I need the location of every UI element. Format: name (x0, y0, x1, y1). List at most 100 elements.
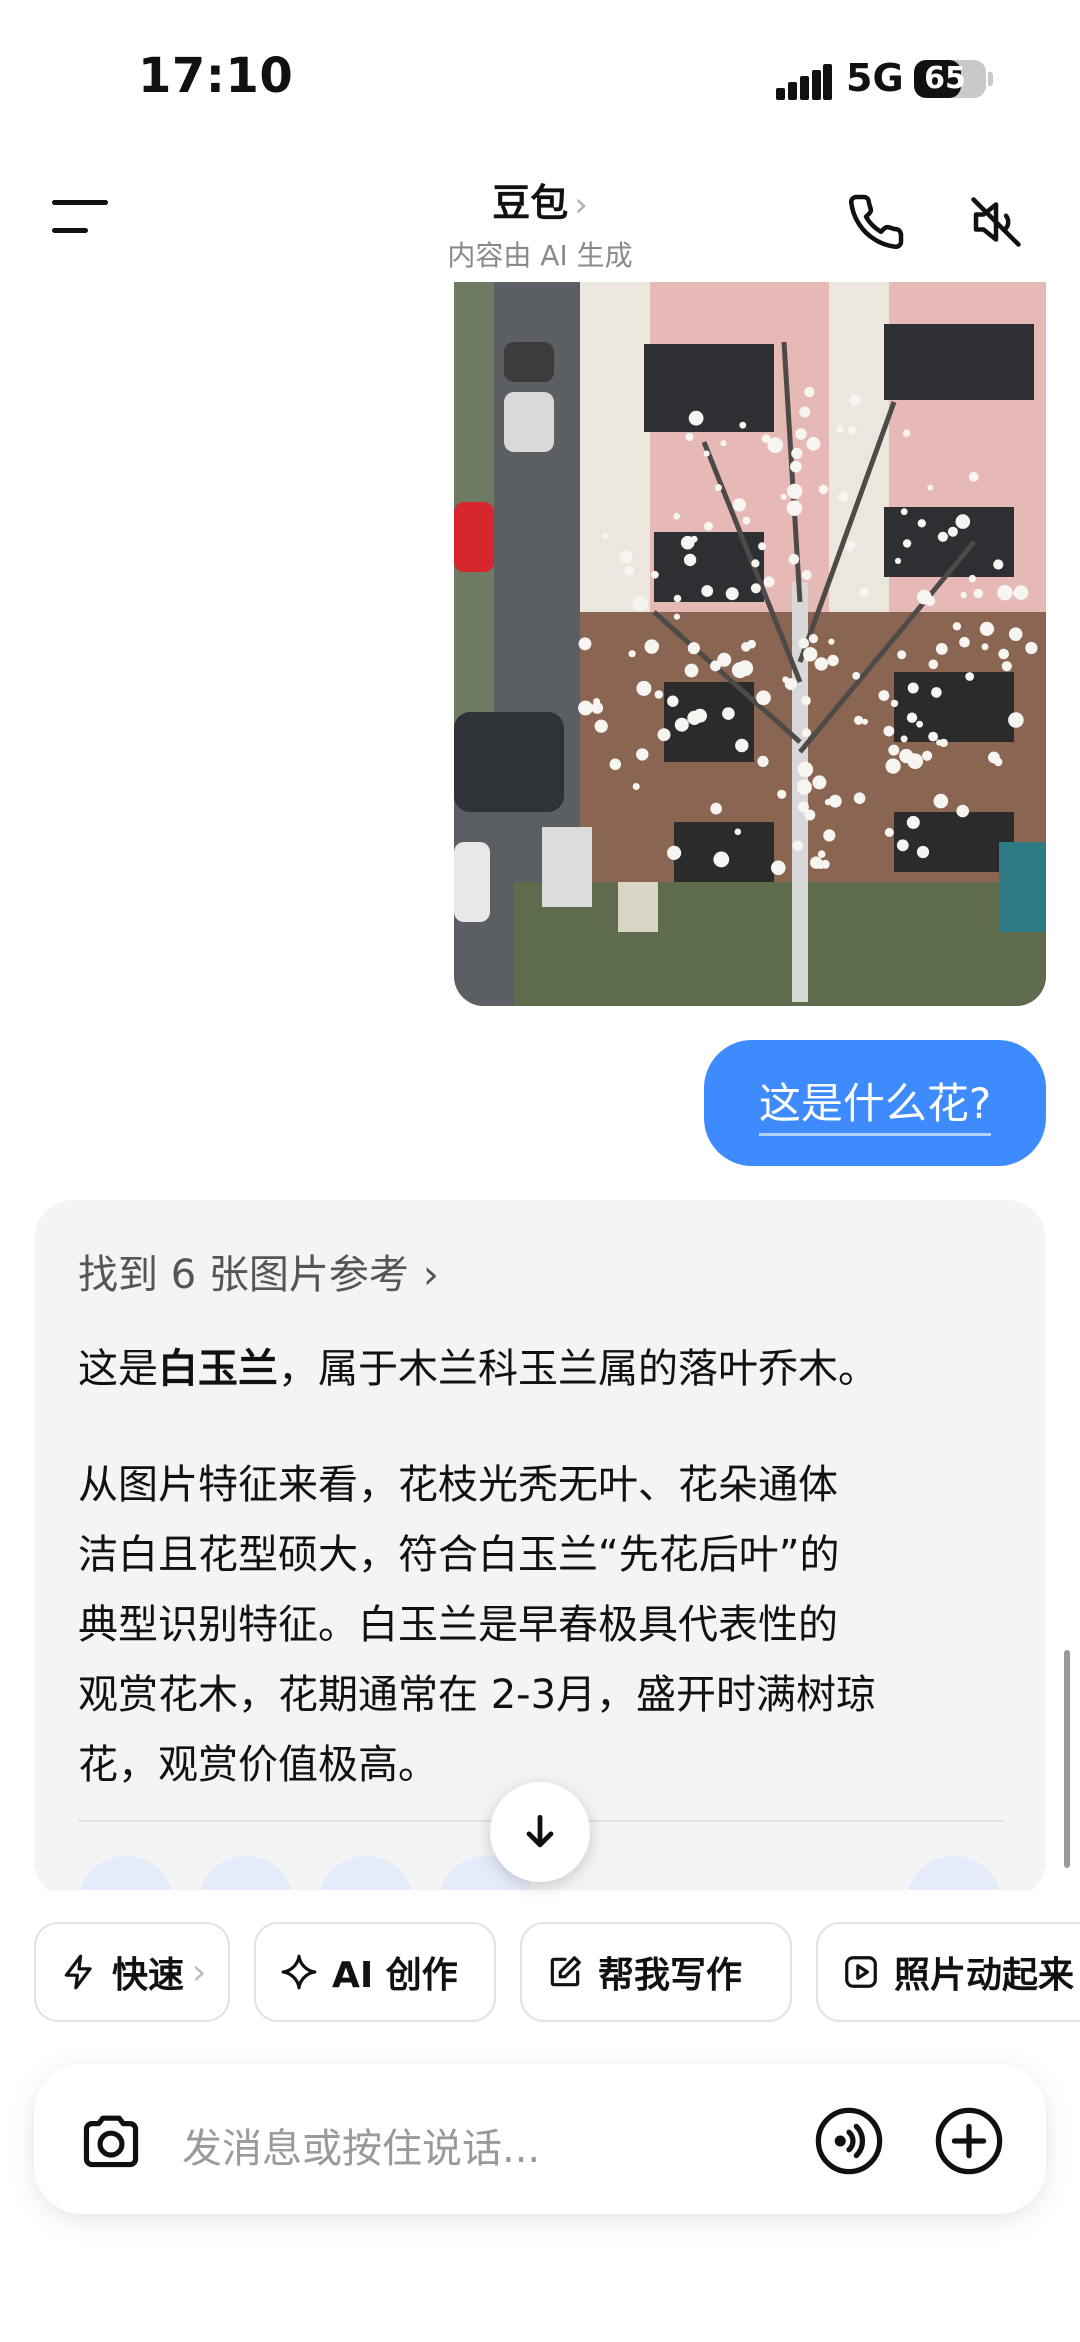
blossom (703, 450, 710, 457)
blossom (827, 654, 839, 667)
blossom (602, 532, 609, 540)
blossom (852, 671, 861, 680)
blossom (799, 406, 811, 418)
p1-after: ，属于木兰科玉兰属的落叶乔木。 (278, 1346, 878, 1392)
blossom (798, 638, 810, 649)
blossom (771, 860, 786, 876)
blossom (632, 595, 648, 612)
camera-icon[interactable] (78, 2110, 144, 2174)
blossom (777, 789, 787, 799)
blossom (907, 682, 919, 694)
scrollbar[interactable] (1064, 1650, 1070, 1868)
p2-line-2: 洁白且花型硕大，符合白玉兰“先花后叶”的 (78, 1532, 840, 1578)
image-references-text: 找到 6 张图片参考 (78, 1252, 409, 1298)
battery-icon: 65 (914, 60, 986, 98)
blossom (824, 798, 832, 806)
blossom (947, 526, 958, 537)
blossom (890, 699, 899, 708)
chip-fast[interactable]: 快速 › (34, 1922, 230, 2022)
blossom (632, 783, 640, 790)
chip-ai-create[interactable]: AI 创作 (254, 1922, 496, 2022)
blossom (796, 779, 812, 795)
blossom (780, 493, 787, 500)
blossom (902, 429, 911, 437)
blossom (959, 636, 970, 648)
chip-help-write[interactable]: 帮我写作 (520, 1922, 792, 2022)
plus-icon[interactable] (934, 2106, 1004, 2180)
blossom (688, 410, 704, 426)
blossom (916, 720, 923, 728)
blossom (806, 436, 821, 451)
blossom (685, 432, 694, 442)
blossom (667, 695, 679, 707)
blossom (994, 757, 1003, 767)
blossom (667, 845, 682, 861)
blossom (878, 690, 890, 701)
blossom (836, 425, 844, 434)
blossom (817, 850, 826, 858)
blossom (997, 585, 1013, 601)
lightning-icon (64, 1954, 92, 1990)
blossom (756, 690, 771, 706)
chevron-right-icon: › (192, 1951, 207, 1993)
blossom (645, 639, 657, 651)
blossom (965, 672, 975, 681)
blossom (734, 828, 742, 836)
blossom (803, 647, 818, 662)
blossom (849, 394, 861, 406)
ai-disclaimer: 内容由 AI 生成 (447, 239, 633, 272)
blossom (1008, 712, 1024, 728)
status-time: 17:10 (138, 48, 294, 104)
blossom (1001, 661, 1012, 672)
blossom (683, 553, 697, 567)
blossom (936, 739, 943, 746)
chip-animate-photo[interactable]: 照片动起来 (816, 1922, 1080, 2022)
battery-level: 65 (924, 61, 966, 96)
blossom (973, 588, 983, 599)
blossom (674, 717, 689, 732)
speaker-mute-icon[interactable] (966, 192, 1026, 252)
blossom (888, 744, 900, 756)
message-input[interactable]: 发消息或按住说话... (182, 2116, 540, 2174)
ai-paragraph-1: 这是白玉兰，属于木兰科玉兰属的落叶乔木。 (78, 1334, 1018, 1404)
blossom (797, 801, 809, 813)
blossom (960, 591, 967, 599)
uploaded-photo[interactable] (454, 282, 1046, 1006)
chip-help-write-label: 帮我写作 (598, 1955, 743, 1996)
blossom (933, 793, 949, 809)
blossom (657, 728, 671, 742)
chevron-right-icon: › (574, 185, 588, 225)
blossom (828, 638, 835, 645)
blossom (859, 587, 870, 598)
blossom (792, 840, 803, 851)
blossom (791, 447, 803, 459)
chat-title[interactable]: 豆包 › (0, 172, 1080, 227)
blossom (838, 491, 848, 502)
image-references-link[interactable]: 找到 6 张图片参考 › (78, 1242, 439, 1300)
blossom (902, 539, 912, 548)
chevron-right-icon: › (422, 1252, 439, 1298)
blossom (654, 690, 664, 699)
blossom (684, 663, 699, 678)
blossom (720, 440, 727, 447)
blossom (741, 642, 751, 652)
chip-fast-label: 快速 (112, 1955, 185, 1996)
blossom (690, 535, 698, 543)
arrow-down-icon[interactable] (490, 1782, 590, 1882)
blossom (578, 700, 593, 716)
blossom (900, 508, 908, 516)
p1-bold: 白玉兰 (158, 1346, 278, 1392)
blossom (795, 428, 807, 440)
blossom (628, 650, 636, 658)
phone-icon[interactable] (846, 192, 906, 252)
blossom (955, 514, 971, 529)
blossom (928, 731, 938, 742)
voice-icon[interactable] (814, 2106, 884, 2180)
user-message-bubble[interactable]: 这是什么花? (704, 1040, 1046, 1166)
blossom (790, 460, 802, 473)
blossom (713, 851, 730, 868)
blossom (1008, 627, 1023, 641)
blossom (673, 613, 680, 620)
blossom (619, 550, 633, 564)
blossom (986, 625, 995, 634)
